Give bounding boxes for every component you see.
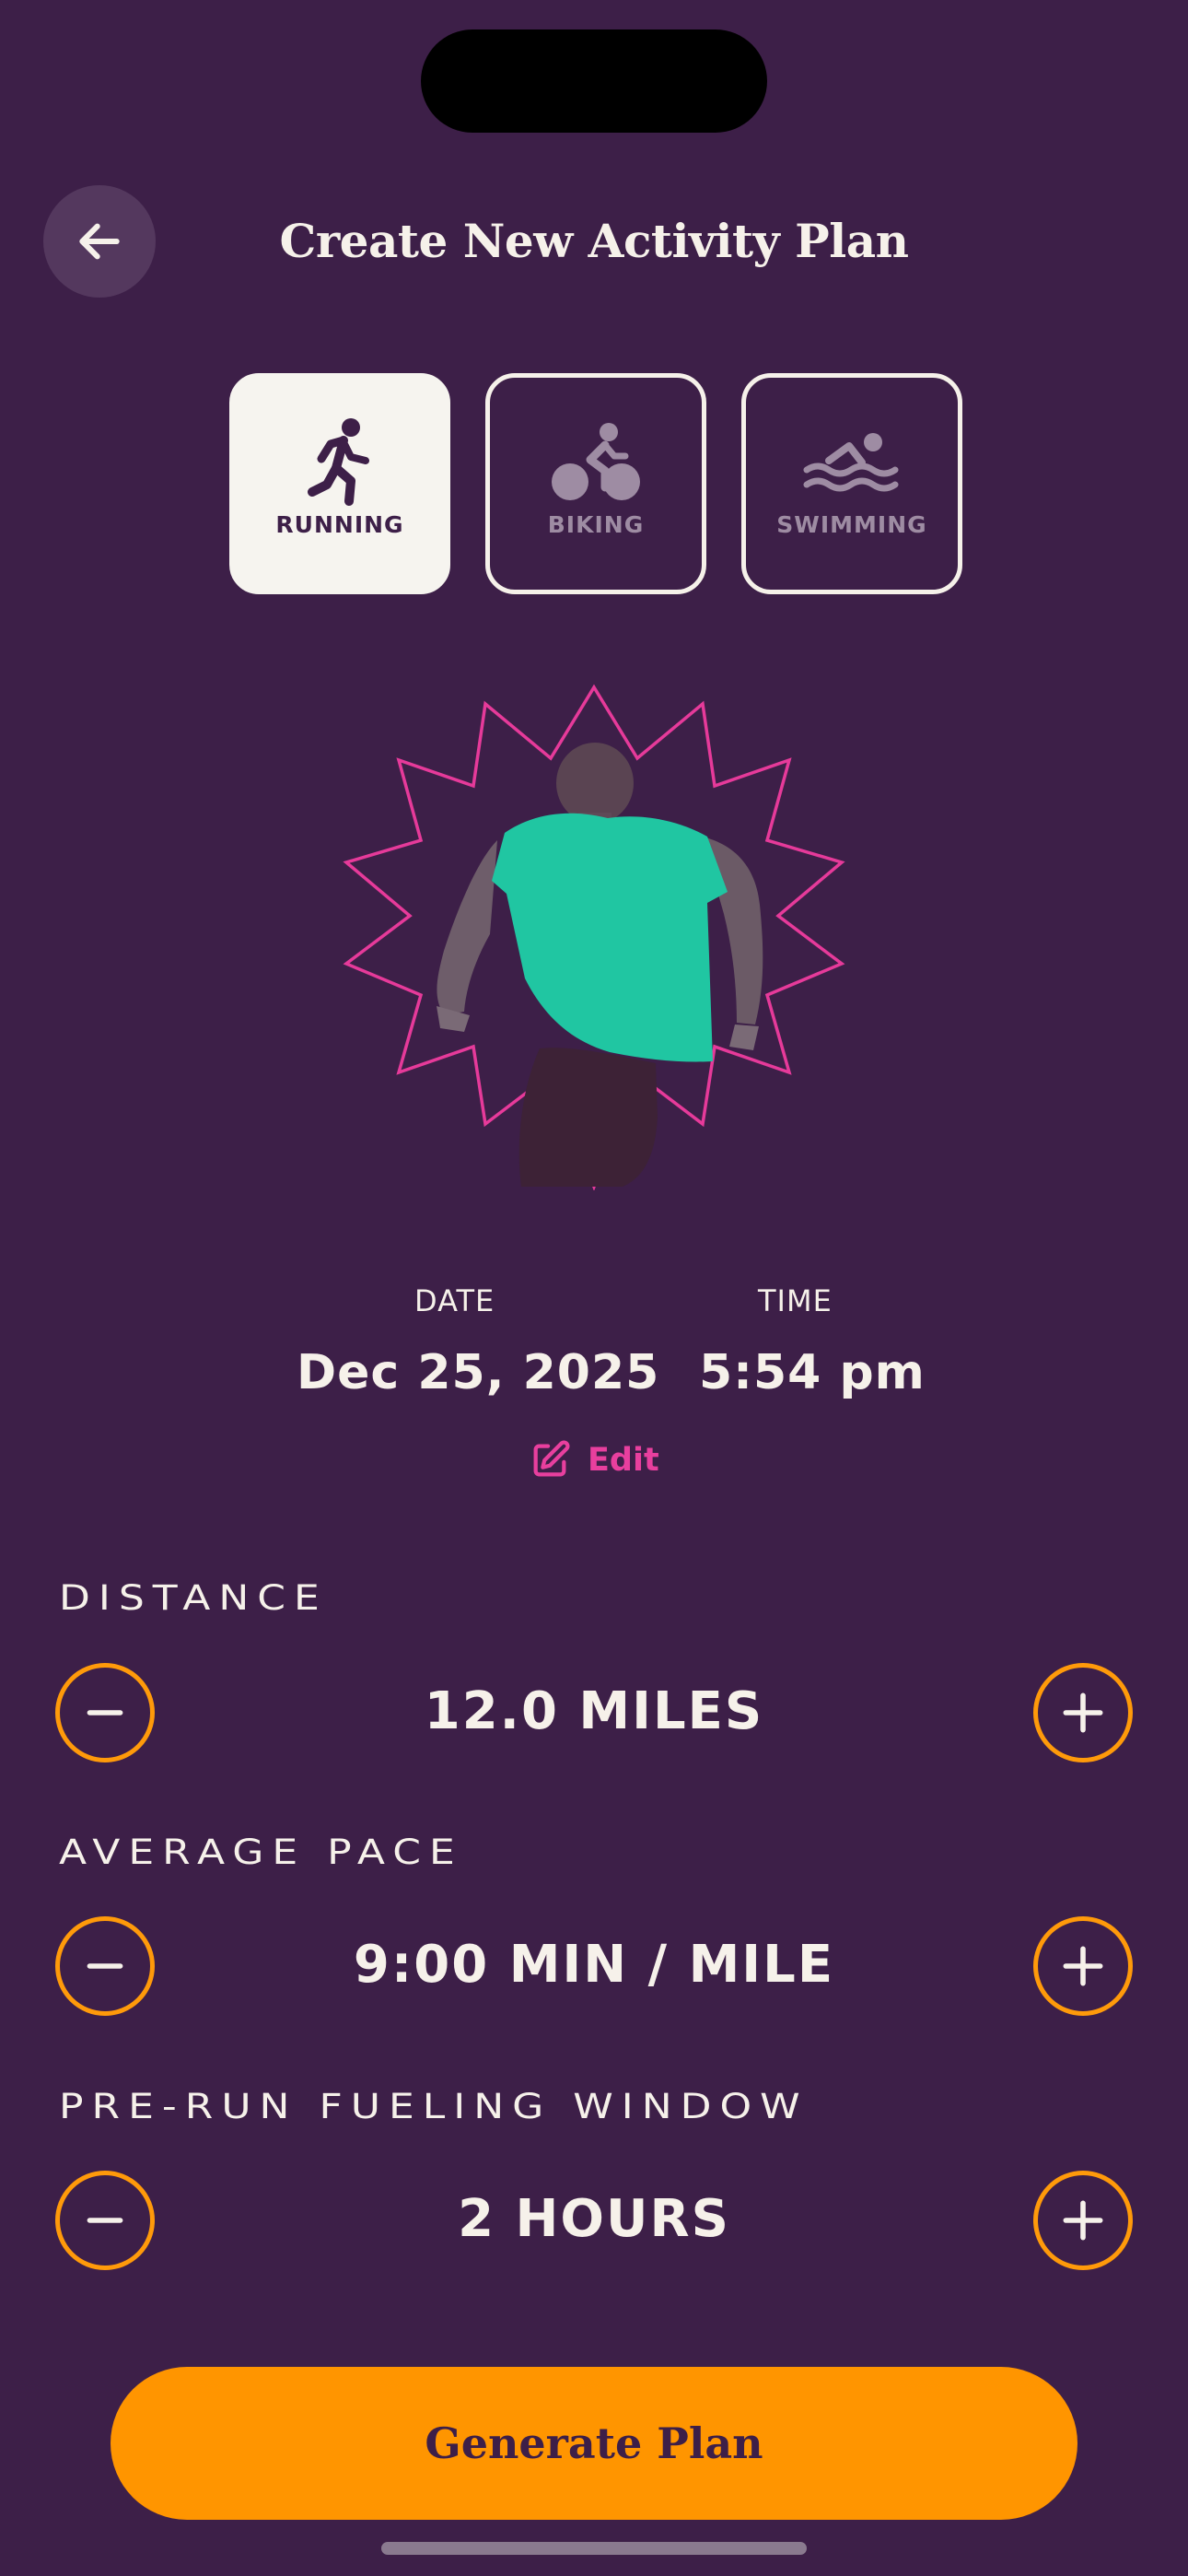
time-value: 5:54 pm [699,1345,926,1400]
biking-icon [552,423,640,500]
edit-pencil-icon [533,1440,570,1477]
activity-running-label: RUNNING [275,511,404,538]
distance-increase-button[interactable] [1033,1663,1133,1762]
activity-swimming-label: SWIMMING [776,511,927,538]
distance-value: 12.0 MILES [424,1681,764,1741]
fueling-window-label: PRE-RUN FUELING WINDOW [59,2086,809,2127]
runner-hero-image [343,684,845,1190]
fueling-increase-button[interactable] [1033,2171,1133,2270]
edit-label: Edit [588,1442,659,1479]
plus-icon [1063,2200,1103,2241]
activity-swimming-tile[interactable]: SWIMMING [741,373,962,594]
page-title: Create New Activity Plan [279,214,909,268]
fueling-value: 2 HOURS [458,2189,730,2249]
generate-plan-button[interactable]: Generate Plan [111,2367,1077,2520]
activity-biking-tile[interactable]: BIKING [485,373,706,594]
edit-datetime-button[interactable]: Edit [529,1439,659,1481]
pace-value: 9:00 MIN / MILE [353,1935,835,1995]
plus-icon [1063,1946,1103,1986]
date-value: Dec 25, 2025 [297,1345,660,1400]
pace-increase-button[interactable] [1033,1916,1133,2016]
time-label: TIME [758,1283,833,1318]
distance-label: DISTANCE [59,1577,328,1619]
plus-icon [1063,1692,1103,1733]
activity-biking-label: BIKING [547,511,645,538]
activity-running-tile[interactable]: RUNNING [229,373,450,594]
pace-label: AVERAGE PACE [59,1832,463,1873]
swimming-icon [803,433,899,492]
activity-selector: RUNNING BIKING SWIMMING [229,373,962,594]
date-label: DATE [414,1283,495,1318]
dynamic-island [421,29,767,133]
running-icon [308,418,369,506]
home-indicator[interactable] [381,2542,807,2555]
